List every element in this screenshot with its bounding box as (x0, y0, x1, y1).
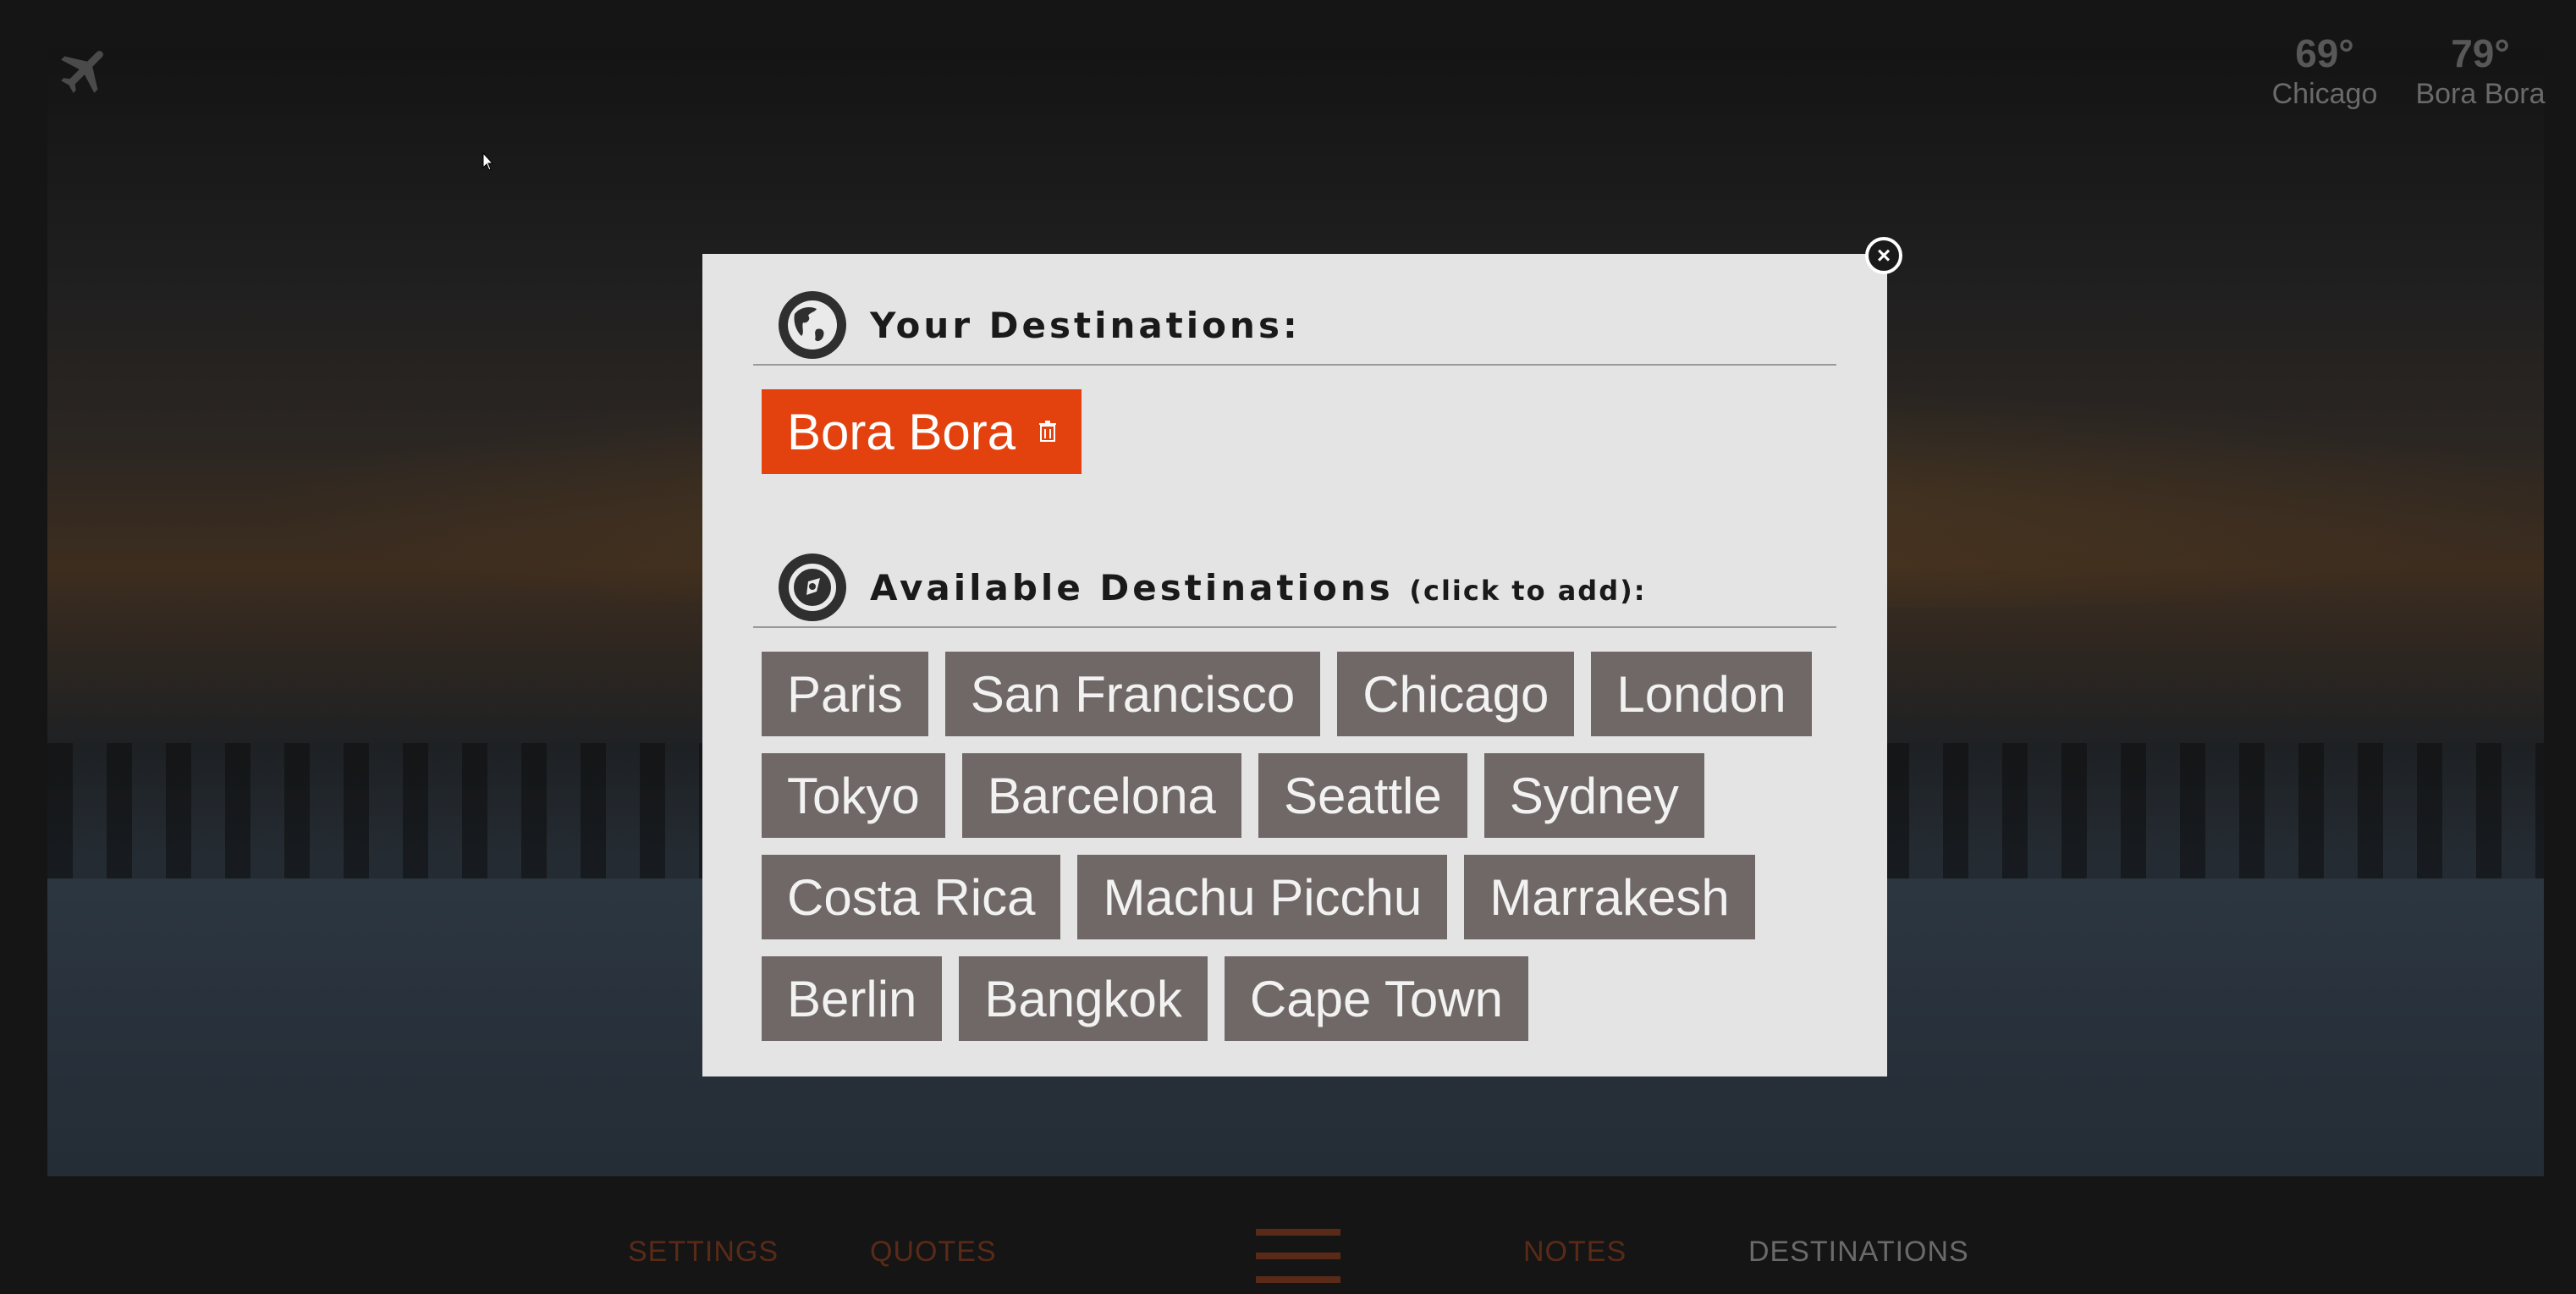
globe-icon (779, 291, 846, 359)
available-hint: (click to add): (1409, 574, 1647, 607)
cursor-icon (482, 152, 494, 171)
weather-temp: 79° (2451, 31, 2510, 75)
bottom-nav: SETTINGS QUOTES NOTES DESTINATIONS (0, 1202, 2576, 1294)
nav-destinations[interactable]: DESTINATIONS (1748, 1236, 1969, 1269)
chip-machu-picchu[interactable]: Machu Picchu (1077, 855, 1448, 939)
available-destinations-title: Available Destinations (click to add): (870, 567, 1647, 608)
weather-city: Chicago (2271, 78, 2378, 110)
selected-chip-bora-bora[interactable]: Bora Bora (762, 389, 1082, 474)
section-divider (753, 364, 1836, 366)
chip-marrakesh[interactable]: Marrakesh (1464, 855, 1755, 939)
available-destinations-header: Available Destinations (click to add): (779, 553, 1647, 621)
chip-barcelona[interactable]: Barcelona (961, 753, 1241, 838)
nav-settings[interactable]: SETTINGS (628, 1236, 779, 1269)
available-destinations: Paris San Francisco Chicago London Tokyo… (762, 652, 1853, 1041)
chip-paris[interactable]: Paris (762, 652, 928, 736)
hamburger-menu-icon[interactable] (1256, 1229, 1340, 1283)
weather-city: Bora Bora (2415, 78, 2546, 110)
available-title-text: Available Destinations (870, 566, 1394, 608)
chip-berlin[interactable]: Berlin (762, 956, 943, 1041)
chip-london[interactable]: London (1591, 652, 1812, 736)
compass-icon (779, 553, 846, 621)
your-destinations-header: Your Destinations: (779, 291, 1301, 359)
chip-costa-rica[interactable]: Costa Rica (762, 855, 1061, 939)
chip-chicago[interactable]: Chicago (1337, 652, 1575, 736)
chip-label: Bora Bora (787, 403, 1016, 460)
trash-icon[interactable] (1039, 421, 1057, 443)
chip-seattle[interactable]: Seattle (1258, 753, 1467, 838)
destinations-modal: Your Destinations: Bora Bora Available D… (702, 254, 1887, 1076)
nav-notes[interactable]: NOTES (1523, 1236, 1627, 1269)
section-divider (753, 626, 1836, 628)
close-icon[interactable]: × (1865, 237, 1902, 274)
weather-temp: 69° (2295, 31, 2354, 75)
your-destinations-title: Your Destinations: (870, 304, 1301, 346)
chip-sydney[interactable]: Sydney (1483, 753, 1704, 838)
chip-tokyo[interactable]: Tokyo (762, 753, 945, 838)
selected-destinations: Bora Bora (762, 389, 1853, 474)
chip-bangkok[interactable]: Bangkok (959, 956, 1208, 1041)
chip-cape-town[interactable]: Cape Town (1224, 956, 1528, 1041)
weather-chicago: 69° Chicago (2270, 34, 2380, 111)
chip-san-francisco[interactable]: San Francisco (944, 652, 1321, 736)
nav-quotes[interactable]: QUOTES (870, 1236, 997, 1269)
weather-bora-bora: 79° Bora Bora (2408, 34, 2552, 111)
airplane-icon[interactable] (56, 41, 115, 100)
